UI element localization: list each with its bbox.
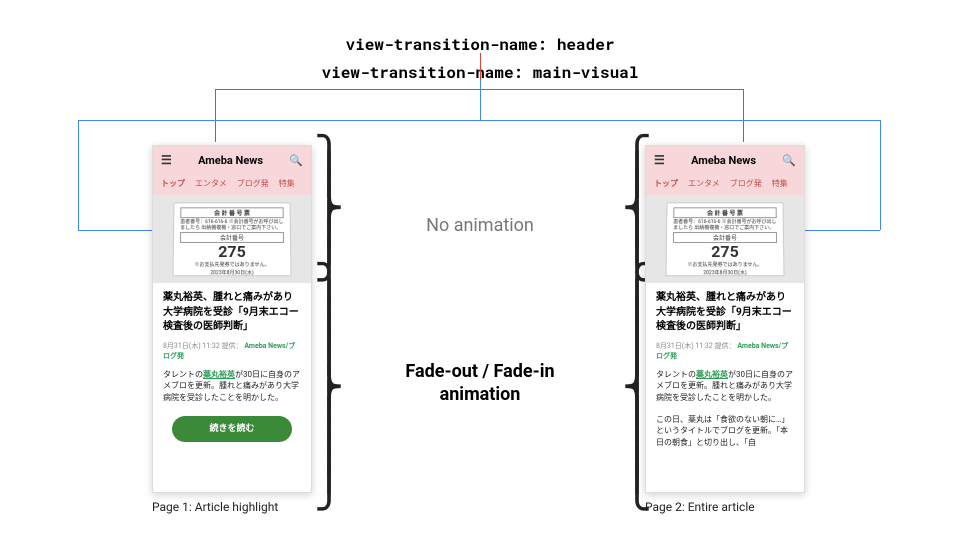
ticket-foot1: ※お支払先発券ではありません。 — [180, 261, 285, 268]
ticket-number: 275 — [673, 244, 778, 260]
article-meta: 8月31日(木) 11:32 提供： Ameba News/ブログ発 — [163, 341, 301, 361]
phone-page1: ☰ Ameba News 🔍 トップ エンタメ ブログ発 特集 会 計 番 号 … — [152, 145, 312, 493]
ticket-image: 会 計 番 号 票 患者番号：616-616-6 ※会計番号がお呼び出しましたら… — [172, 202, 291, 276]
ticket-image: 会 計 番 号 票 患者番号：616-616-6 ※会計番号がお呼び出しましたら… — [665, 202, 784, 276]
phone-page2: ☰ Ameba News 🔍 トップ エンタメ ブログ発 特集 会 計 番 号 … — [645, 145, 805, 493]
article-block: 薬丸裕英、腫れと痛みがあり大学病院を受診「9月末エコー検査後の医師判断」 8月3… — [646, 283, 804, 456]
article-body-extra: この日、薬丸は「食欲のない朝に…」というタイトルでブログを更新。「本日の朝食」と… — [656, 414, 794, 449]
connector-blue — [480, 120, 880, 121]
connector-red — [480, 89, 743, 90]
connector-red — [743, 89, 744, 142]
ticket-title: 会 計 番 号 票 — [180, 207, 283, 218]
connector-blue — [78, 230, 153, 231]
ticket-foot2: 2023年8月30日(水) — [673, 269, 778, 276]
ticket-title: 会 計 番 号 票 — [673, 207, 776, 218]
caption-page2: Page 2: Entire article — [645, 500, 755, 514]
tab-blog[interactable]: ブログ発 — [730, 178, 762, 189]
connector-blue — [78, 120, 79, 230]
ticket-foot2: 2023年8月30日(水) — [180, 269, 285, 276]
article-body: タレントの薬丸裕英が30日に自身のアメブロを更新。腫れと痛みがあり大学病院を受診… — [163, 369, 301, 404]
tab-top[interactable]: トップ — [654, 178, 678, 189]
connector-blue — [480, 80, 481, 120]
main-visual: 会 計 番 号 票 患者番号：616-616-6 ※会計番号がお呼び出しましたら… — [646, 195, 804, 283]
brand-label: Ameba News — [198, 154, 263, 167]
connector-red — [215, 89, 216, 142]
ticket-number: 275 — [180, 244, 285, 260]
article-meta: 8月31日(木) 11:32 提供： Ameba News/ブログ発 — [656, 341, 794, 361]
tab-blog[interactable]: ブログ発 — [237, 178, 269, 189]
caption-page1: Page 1: Article highlight — [152, 500, 278, 514]
no-animation-label: No animation — [370, 215, 590, 236]
phone-header: ☰ Ameba News 🔍 — [646, 146, 804, 174]
connector-red — [215, 89, 480, 90]
search-icon[interactable]: 🔍 — [289, 154, 303, 167]
tab-feature[interactable]: 特集 — [279, 178, 295, 189]
body-highlight[interactable]: 薬丸裕英 — [203, 370, 235, 379]
body-prefix: タレントの — [163, 370, 203, 379]
article-provider: 提供： — [715, 342, 736, 350]
phone-tabs: トップ エンタメ ブログ発 特集 — [646, 174, 804, 195]
ticket-rows: 患者番号：616-616-6 ※会計番号がお呼び出しましたら 出納機複機・窓口で… — [673, 219, 777, 231]
article-block: 薬丸裕英、腫れと痛みがあり大学病院を受診「9月末エコー検査後の医師判断」 8月3… — [153, 283, 311, 450]
body-prefix: タレントの — [656, 370, 696, 379]
main-visual: 会 計 番 号 票 患者番号：616-616-6 ※会計番号がお呼び出しましたら… — [153, 195, 311, 283]
connector-blue — [880, 120, 881, 230]
article-title: 薬丸裕英、腫れと痛みがあり大学病院を受診「9月末エコー検査後の医師判断」 — [163, 291, 301, 335]
ticket-foot1: ※お支払先発券ではありません。 — [673, 261, 778, 268]
article-time: 8月31日(木) 11:32 — [656, 342, 713, 350]
read-more-button[interactable]: 続きを読む — [172, 416, 292, 442]
connector-blue — [78, 120, 480, 121]
phone-tabs: トップ エンタメ ブログ発 特集 — [153, 174, 311, 195]
search-icon[interactable]: 🔍 — [782, 154, 796, 167]
connector-blue — [805, 230, 880, 231]
brand-label: Ameba News — [691, 154, 756, 167]
body-highlight[interactable]: 薬丸裕英 — [696, 370, 728, 379]
hamburger-icon[interactable]: ☰ — [654, 153, 665, 167]
article-provider: 提供： — [222, 342, 243, 350]
phone-header: ☰ Ameba News 🔍 — [153, 146, 311, 174]
tab-entame[interactable]: エンタメ — [195, 178, 227, 189]
article-time: 8月31日(木) 11:32 — [163, 342, 220, 350]
article-title: 薬丸裕英、腫れと痛みがあり大学病院を受診「9月末エコー検査後の医師判断」 — [656, 291, 794, 335]
tab-entame[interactable]: エンタメ — [688, 178, 720, 189]
curly-brace-icon: ⎫⎪⎪⎬⎪⎪⎭ — [314, 150, 344, 268]
article-body: タレントの薬丸裕英が30日に自身のアメブロを更新。腫れと痛みがあり大学病院を受診… — [656, 369, 794, 404]
tab-feature[interactable]: 特集 — [772, 178, 788, 189]
vtn-header-label: view-transition-name: header — [0, 34, 960, 55]
curly-brace-icon: ⎫⎪⎪⎪⎪⎪⎬⎪⎪⎪⎪⎪⎭ — [314, 278, 344, 496]
hamburger-icon[interactable]: ☰ — [161, 153, 172, 167]
ticket-rows: 患者番号：616-616-6 ※会計番号がお呼び出しましたら 出納機複機・窓口で… — [180, 219, 284, 231]
fade-animation-label: Fade-out / Fade-in animation — [370, 360, 590, 407]
tab-top[interactable]: トップ — [161, 178, 185, 189]
